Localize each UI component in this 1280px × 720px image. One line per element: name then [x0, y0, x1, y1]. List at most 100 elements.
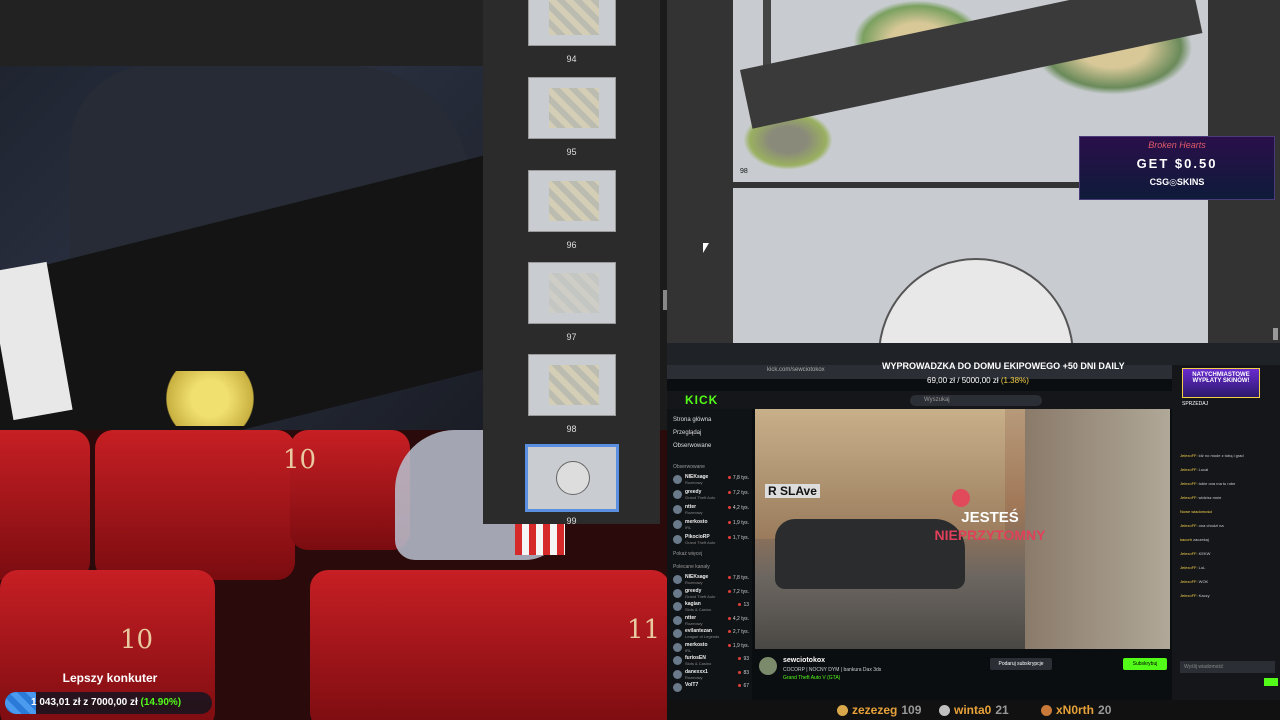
page-number: 98: [566, 424, 577, 434]
channel-avatar: [673, 475, 682, 484]
gift-sub-button[interactable]: Podaruj subskrypcje: [990, 658, 1052, 670]
ad-brand: CSG◎SKINS: [1149, 177, 1205, 187]
channel-item[interactable]: ntter Rozmowy 4,2 tys.: [673, 504, 751, 516]
channel-name: VolT7: [685, 682, 699, 688]
heart-icon: [952, 489, 970, 507]
channel-item[interactable]: merkosto IRL 1,9 tys.: [673, 642, 751, 654]
channel-item[interactable]: evilantezan League of Legends 2,7 tys.: [673, 628, 751, 640]
thumbnail-95[interactable]: [528, 77, 616, 139]
channel-avatar: [673, 669, 682, 679]
channel-item[interactable]: furiosEN Slots & Casino 93: [673, 655, 751, 667]
stream-category[interactable]: Grand Theft Auto V (GTA): [783, 675, 840, 681]
leaderboard-value: 20: [1098, 703, 1112, 717]
chat-message: JelexoFF: widzisz mnie: [1180, 495, 1222, 500]
channel-category: Grand Theft Auto: [685, 593, 716, 599]
csgo-skins-ad[interactable]: Broken Hearts GET $0.50 CSG◎SKINS: [1079, 136, 1275, 200]
webcam-feed: [0, 66, 483, 430]
subscribe-button[interactable]: Subskrybuj: [1123, 658, 1167, 670]
channel-avatar: [673, 490, 682, 499]
chat-send-button[interactable]: [1264, 678, 1278, 686]
rank-icon: [939, 705, 950, 717]
chat-panel: [1172, 365, 1280, 700]
channel-avatar: [673, 629, 682, 638]
chat-ad-sell: SPRZEDAJ: [1182, 401, 1209, 407]
lego-pieces: [155, 371, 265, 426]
channel-viewers: 2,7 tys.: [728, 629, 749, 635]
nav-home[interactable]: Strona główna: [673, 417, 711, 423]
chat-message: JelexoFF: idź no mode z tobą i grad: [1180, 453, 1244, 458]
channel-category: Rozmowy: [685, 480, 703, 485]
channel-item[interactable]: merkosto IRL 1,9 tys.: [673, 519, 751, 531]
nav-browse[interactable]: Przeglądaj: [673, 430, 701, 436]
channel-avatar: [673, 505, 682, 514]
chat-message: JelexoFF: ona chodzi na: [1180, 523, 1224, 528]
channel-viewers: 7,2 tys.: [728, 490, 749, 496]
channel-viewers: 1,7 tys.: [728, 535, 749, 541]
page-number: 96: [566, 240, 577, 250]
chat-message: kacorh zaczekaj: [1180, 537, 1209, 542]
channel-avatar: [673, 535, 682, 544]
channel-item[interactable]: kagian Slots & Casino 13: [673, 601, 751, 613]
thumbnail-94[interactable]: [528, 0, 616, 46]
channel-item[interactable]: PikocioRP Grand Theft Auto 1,7 tys.: [673, 534, 751, 546]
chat-message: JelexoFF: LuL: [1180, 565, 1206, 570]
channel-viewers: 13: [738, 602, 749, 608]
chat-ad-banner[interactable]: NATYCHMIASTOWE WYPŁATY SKINÓW!: [1182, 368, 1260, 398]
channel-item[interactable]: NIEKsage Rozmowy 7,8 tys.: [673, 474, 751, 486]
channel-item[interactable]: NIEKsage Rozmowy 7,8 tys.: [673, 574, 751, 586]
goal-title: Lepszy konkuter: [62, 671, 158, 685]
chat-message: JelexoFF: WOK: [1180, 579, 1209, 584]
thumbnail-97[interactable]: [528, 262, 616, 324]
channel-viewers: 67: [738, 683, 749, 689]
channel-item[interactable]: danexxx1 Rozmowy 83: [673, 669, 751, 681]
search-input[interactable]: Wyszukaj: [910, 395, 1042, 406]
channel-avatar: [673, 602, 682, 611]
channel-item[interactable]: ntter Rozmowy 4,2 tys.: [673, 615, 751, 627]
channel-category: IRL: [685, 525, 692, 530]
pdf-thumbnails-panel[interactable]: 94 95 96 97 98 99: [483, 0, 660, 526]
channel-avatar: [673, 588, 682, 598]
leaderboard-name: zezezeg: [852, 703, 898, 717]
kick-browser-window: kick.com/sewciotokox WYPROWADZKA DO DOMU…: [667, 343, 1280, 700]
channel-category: Rozmowy: [685, 620, 703, 626]
chat-input[interactable]: Wyślij wiadomość: [1180, 661, 1275, 673]
top-dark-strip: [0, 0, 483, 66]
chat-message: Nowe wiadomości: [1180, 509, 1213, 514]
show-more-link[interactable]: Pokaż więcej: [673, 551, 702, 557]
channel-item[interactable]: greedy Grand Theft Auto 7,2 tys.: [673, 489, 751, 501]
video-player[interactable]: R SLAve JESTEŚ NIEPRZYTOMNY: [755, 409, 1170, 649]
thumbnail-98[interactable]: [528, 354, 616, 416]
kick-sidebar: Strona główna Przeglądaj Obserwowane Obs…: [667, 409, 752, 700]
leaderboard-value: 21: [995, 703, 1009, 717]
stream-banner-progress: 69,00 zł / 5000,00 zł (1.38%): [927, 376, 1029, 385]
channel-item[interactable]: greedy Grand Theft Auto 7,2 tys.: [673, 588, 751, 600]
video-status-line2: NIEPRZYTOMNY: [934, 527, 1046, 543]
goal-progress-text: 1 043,01 zł z 7000,00 zł (14.90%): [31, 697, 182, 708]
channel-avatar: [673, 642, 682, 652]
thumbnail-99-selected[interactable]: [525, 444, 619, 512]
leaderboard-name: xN0rth: [1056, 703, 1095, 717]
leaderboard-name: winta0: [954, 703, 992, 717]
video-sign: R SLAve: [765, 484, 820, 498]
kick-logo[interactable]: KICK: [685, 393, 718, 407]
streamer-name[interactable]: sewciotokox: [783, 657, 825, 664]
thumbnail-96[interactable]: [528, 170, 616, 232]
chat-message: JelexoFF: Kaczy: [1180, 593, 1210, 598]
channel-viewers: 7,8 tys.: [728, 475, 749, 481]
leaderboard-entry: winta0 21: [939, 703, 1009, 717]
channel-viewers: 93: [738, 656, 749, 662]
channel-category: Grand Theft Auto: [685, 540, 716, 545]
ad-tagline: Broken Hearts: [1148, 140, 1206, 150]
channel-viewers: 4,2 tys.: [728, 505, 749, 511]
page-number: 94: [566, 54, 577, 64]
manual-scrollbar[interactable]: [1273, 328, 1278, 340]
channel-avatar: [673, 520, 682, 529]
channel-viewers: 7,8 tys.: [728, 575, 749, 581]
channel-item[interactable]: VolT7 67: [673, 682, 751, 694]
page-number: 95: [566, 147, 577, 157]
streamer-avatar[interactable]: [759, 657, 777, 675]
channel-category: League of Legends: [685, 634, 720, 639]
leaderboard: zezezeg 109 winta0 21 xN0rth 20: [667, 700, 1280, 720]
channel-category: Rozmowy: [685, 580, 703, 585]
nav-following[interactable]: Obserwowane: [673, 443, 711, 449]
